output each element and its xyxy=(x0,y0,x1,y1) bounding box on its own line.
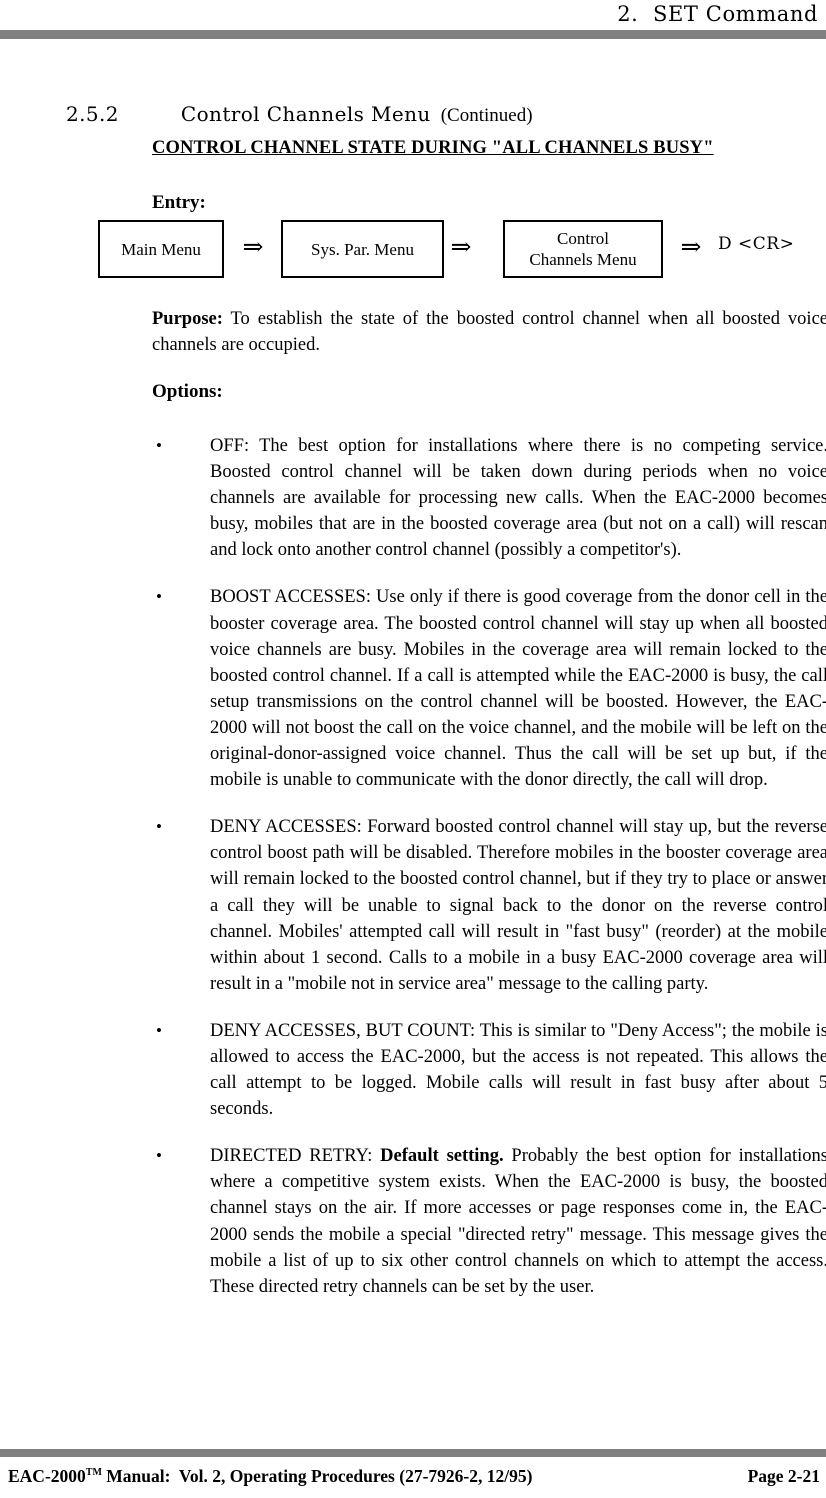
flow-box-main-menu-label: Main Menu xyxy=(121,239,201,259)
bullet-icon: • xyxy=(156,1020,162,1040)
section-title: Control Channels Menu xyxy=(180,102,431,126)
bullet-icon: • xyxy=(156,1146,162,1166)
list-item: • DENY ACCESSES, BUT COUNT: This is simil… xyxy=(152,1018,826,1122)
running-head-text: 2. SET Command xyxy=(617,2,818,26)
option-prefix-directed-retry: DIRECTED RETRY: xyxy=(210,1146,381,1167)
option-text-off: OFF: The best option for installations w… xyxy=(210,436,826,561)
list-item: • DENY ACCESSES: Forward boosted control … xyxy=(152,814,826,997)
list-item: • BOOST ACCESSES: Use only if there is go… xyxy=(152,584,826,793)
bullet-icon: • xyxy=(156,436,162,455)
entry-label: Entry: xyxy=(152,192,206,213)
flow-box-sys-par-menu-label: Sys. Par. Menu xyxy=(311,239,414,259)
bullet-icon: • xyxy=(156,587,162,607)
flow-box-main-menu[interactable]: Main Menu xyxy=(98,220,224,278)
options-list: • OFF: The best option for installations … xyxy=(152,433,826,1321)
flow-arrow-2-icon: ⇒ xyxy=(450,234,472,261)
list-item: • DIRECTED RETRY: Default setting. Probab… xyxy=(152,1143,826,1300)
list-item: • OFF: The best option for installations … xyxy=(152,433,826,563)
flow-arrow-1-icon: ⇒ xyxy=(242,234,264,261)
page-footer: EAC-2000TM Manual: Vol. 2, Operating Pro… xyxy=(0,1466,826,1494)
entry-command: D <CR> xyxy=(718,234,795,254)
document-page: 2. SET Command 2.5.2 Control Channels Men… xyxy=(0,0,826,1498)
option-text-directed-retry: Probably the best option for installatio… xyxy=(210,1146,826,1297)
options-label: Options: xyxy=(152,381,223,402)
entry-flow-diagram: Main Menu ⇒ Sys. Par. Menu ⇒ Control Chan… xyxy=(98,220,826,282)
flow-box-sys-par-menu[interactable]: Sys. Par. Menu xyxy=(281,220,444,278)
footer-product-name: EAC-2000 xyxy=(8,1466,86,1486)
trademark-icon: TM xyxy=(85,1467,102,1479)
section-number: 2.5.2 xyxy=(66,102,119,126)
header-rule xyxy=(0,30,826,39)
option-emphasis-default-setting: Default setting. xyxy=(380,1146,504,1167)
flow-box-control-channels-line2: Channels Menu xyxy=(529,250,637,269)
bullet-icon: • xyxy=(156,817,162,837)
flow-box-control-channels-line1: Control xyxy=(557,229,609,248)
footer-manual-info: EAC-2000TM Manual: Vol. 2, Operating Pro… xyxy=(8,1466,532,1487)
footer-page-number: Page 2-21 xyxy=(747,1466,820,1486)
option-text-deny-accesses: DENY ACCESSES: Forward boosted control c… xyxy=(210,817,826,994)
flow-box-control-channels-menu-label: Control Channels Menu xyxy=(529,228,636,270)
flow-arrow-3-icon: ⇒ xyxy=(680,234,702,261)
option-text-deny-accesses-but-count: DENY ACCESSES, BUT COUNT: This is simila… xyxy=(210,1020,826,1120)
footer-rule xyxy=(0,1449,826,1457)
section-continued-label: (Continued) xyxy=(440,105,533,126)
purpose-paragraph: Purpose: To establish the state of the b… xyxy=(152,306,826,358)
running-head: 2. SET Command xyxy=(0,0,826,30)
flow-box-control-channels-menu[interactable]: Control Channels Menu xyxy=(503,220,663,278)
option-text-boost-accesses: BOOST ACCESSES: Use only if there is goo… xyxy=(210,587,826,791)
purpose-label: Purpose: xyxy=(152,309,223,329)
topic-title: CONTROL CHANNEL STATE DURING "ALL CHANNE… xyxy=(152,138,714,158)
footer-manual-rest: Manual: Vol. 2, Operating Procedures (27… xyxy=(101,1466,533,1486)
purpose-text: To establish the state of the boosted co… xyxy=(152,309,826,355)
section-heading: 2.5.2 Control Channels Menu (Continued) xyxy=(50,84,790,126)
